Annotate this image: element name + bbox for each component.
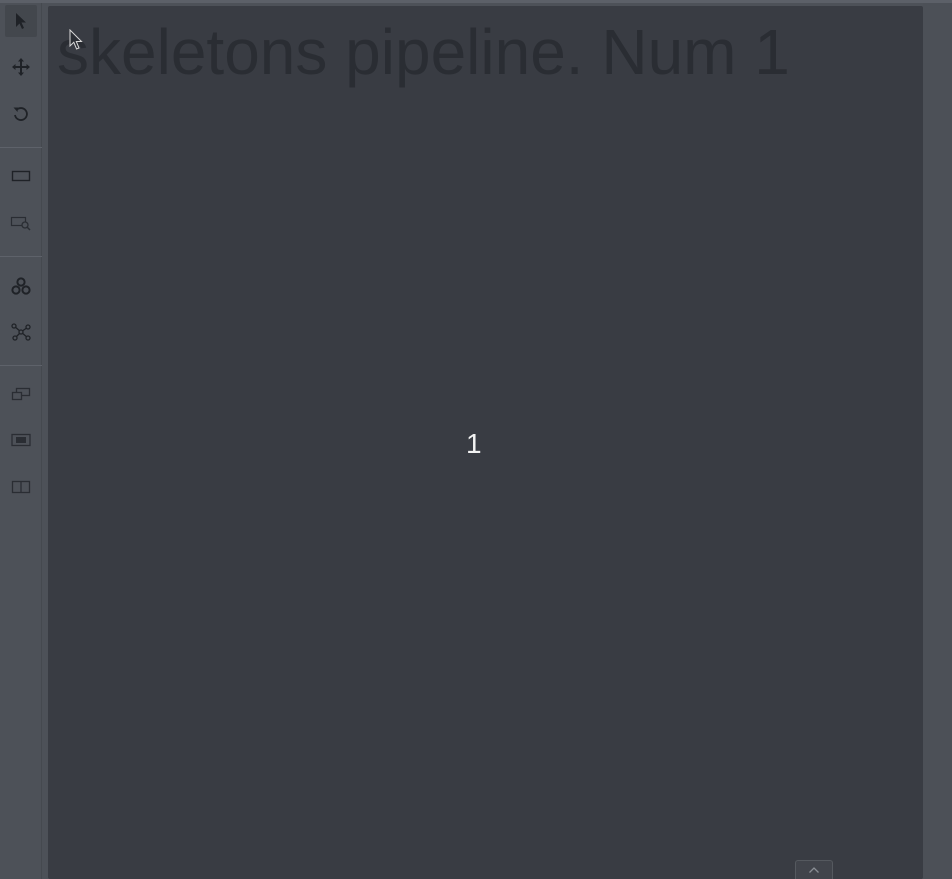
chevron-up-icon bbox=[809, 867, 819, 873]
canvas-frame-title: skeletons pipeline. Num 1 bbox=[57, 16, 790, 88]
merge-icon bbox=[11, 433, 31, 447]
fit-image-button[interactable] bbox=[5, 160, 37, 192]
cursor-tool-button[interactable] bbox=[5, 5, 37, 37]
toolbar-separator bbox=[0, 256, 42, 257]
opencv-tool-button[interactable] bbox=[5, 270, 37, 302]
collapse-panel-button[interactable] bbox=[795, 860, 833, 879]
rotate-tool-button[interactable] bbox=[5, 98, 37, 130]
skeleton-tool-button[interactable] bbox=[5, 316, 37, 348]
fit-image-icon bbox=[11, 170, 31, 182]
rotate-icon bbox=[13, 107, 28, 121]
group-tool-button[interactable] bbox=[5, 378, 37, 410]
toolbar-separator bbox=[0, 365, 42, 366]
move-icon bbox=[12, 58, 30, 76]
toolbar-separator bbox=[0, 147, 42, 148]
split-tool-button[interactable] bbox=[5, 471, 37, 503]
opencv-icon bbox=[11, 277, 31, 295]
frame-number-label: 1 bbox=[466, 428, 482, 459]
move-tool-button[interactable] bbox=[5, 51, 37, 83]
image-canvas[interactable]: skeletons pipeline. Num 1 1 bbox=[48, 6, 923, 879]
right-panel-edge bbox=[923, 3, 952, 879]
zoom-region-icon bbox=[10, 216, 31, 231]
merge-tool-button[interactable] bbox=[5, 424, 37, 456]
controls-sidebar bbox=[0, 3, 42, 879]
skeleton-icon bbox=[11, 323, 31, 341]
split-icon bbox=[11, 480, 31, 494]
group-icon bbox=[11, 387, 31, 401]
zoom-region-button[interactable] bbox=[5, 207, 37, 239]
annotation-workspace: skeletons pipeline. Num 1 1 bbox=[0, 0, 952, 879]
cursor-icon bbox=[16, 13, 26, 29]
